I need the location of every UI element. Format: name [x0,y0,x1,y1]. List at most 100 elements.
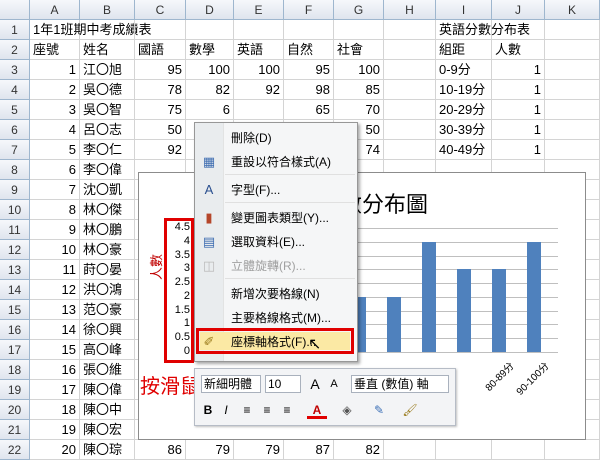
cell[interactable] [545,20,600,40]
cell[interactable]: 50 [135,120,186,140]
cell[interactable]: 17 [30,380,80,400]
row-header[interactable]: 17 [0,340,30,360]
axis-select[interactable]: 垂直 (數值) 軸 [351,375,449,393]
column-header[interactable]: H [384,0,436,20]
row-header[interactable]: 7 [0,140,30,160]
cell[interactable]: 11 [30,260,80,280]
align-center-icon[interactable]: ≡ [259,401,275,419]
cell[interactable]: 16 [30,360,80,380]
cell[interactable]: 100 [186,60,234,80]
cell[interactable]: 15 [30,340,80,360]
cell[interactable]: 82 [334,440,384,460]
cell[interactable]: 呂〇志 [80,120,135,140]
cell[interactable]: 英語 [234,40,284,60]
row-header[interactable]: 6 [0,120,30,140]
cell[interactable]: 65 [284,100,334,120]
outline-color-icon[interactable]: ✎ [369,401,389,419]
cell[interactable]: 林〇鵬 [80,220,135,240]
cell[interactable]: 1 [492,60,545,80]
chart-bar[interactable] [422,241,436,352]
cell[interactable] [384,140,436,160]
cell[interactable] [284,20,334,40]
column-header[interactable]: I [436,0,492,20]
row-header[interactable]: 21 [0,420,30,440]
cell[interactable]: 陳〇偉 [80,380,135,400]
row-header[interactable]: 2 [0,40,30,60]
cell[interactable]: 陳〇宏 [80,420,135,440]
cell[interactable]: 洪〇鴻 [80,280,135,300]
cell[interactable] [545,440,600,460]
cell[interactable]: 10 [30,240,80,260]
cell[interactable] [545,120,600,140]
cell[interactable] [492,440,545,460]
cell[interactable]: 莳〇晏 [80,260,135,280]
grow-font-button[interactable]: A [307,375,323,393]
row-header[interactable]: 11 [0,220,30,240]
cell[interactable] [135,20,186,40]
cell[interactable] [545,80,600,100]
cell[interactable]: 79 [186,440,234,460]
cell[interactable] [545,60,600,80]
cell[interactable]: 1 [30,60,80,80]
cell[interactable]: 陳〇琮 [80,440,135,460]
cell[interactable]: 20 [30,440,80,460]
cell[interactable]: 自然 [284,40,334,60]
cell[interactable]: 9 [30,220,80,240]
cell[interactable] [545,100,600,120]
cell[interactable] [384,40,436,60]
cell[interactable] [545,140,600,160]
row-header[interactable]: 20 [0,400,30,420]
menu-item[interactable]: ▮ 變更圖表類型(Y)... [195,206,357,230]
row-header[interactable]: 13 [0,260,30,280]
cell[interactable]: 1 [492,80,545,100]
cell[interactable]: 沈〇凱 [80,180,135,200]
cell[interactable]: 13 [30,300,80,320]
cell[interactable] [492,20,545,40]
cell[interactable]: 陳〇中 [80,400,135,420]
format-painter-icon[interactable]: 🖌 [401,401,419,419]
cell[interactable] [234,20,284,40]
font-name-field[interactable]: 新細明體 [201,375,261,393]
row-header[interactable]: 16 [0,320,30,340]
row-header[interactable]: 12 [0,240,30,260]
chart-bar[interactable] [527,241,541,352]
cell[interactable]: 高〇峰 [80,340,135,360]
column-header[interactable]: B [80,0,135,20]
cell[interactable]: 4 [30,120,80,140]
column-header[interactable]: J [492,0,545,20]
cell[interactable] [186,20,234,40]
row-header[interactable]: 15 [0,300,30,320]
cell[interactable]: 1 [492,120,545,140]
cell[interactable]: 86 [135,440,186,460]
cell[interactable]: 吳〇智 [80,100,135,120]
cell[interactable]: 92 [234,80,284,100]
cell[interactable]: 87 [284,440,334,460]
cell[interactable] [384,120,436,140]
cell[interactable] [545,40,600,60]
bold-button[interactable]: B [201,401,215,419]
cell[interactable]: 20-29分 [436,100,492,120]
cell[interactable]: 1 [492,100,545,120]
cell[interactable]: 吳〇德 [80,80,135,100]
cell[interactable]: 國語 [135,40,186,60]
cell[interactable]: 2 [30,80,80,100]
cell[interactable]: 英語分數分布表 [436,20,530,40]
cell[interactable]: 75 [135,100,186,120]
row-header[interactable]: 22 [0,440,30,460]
cell[interactable]: 1年1班期中考成績表 [30,20,151,40]
cell[interactable] [384,100,436,120]
cell[interactable]: 范〇豪 [80,300,135,320]
cell[interactable]: 10-19分 [436,80,492,100]
cell[interactable]: 8 [30,200,80,220]
fill-color-icon[interactable]: ◈ [337,401,357,419]
cell[interactable]: 社會 [334,40,384,60]
align-left-icon[interactable]: ≡ [239,401,255,419]
cell[interactable]: 張〇維 [80,360,135,380]
menu-item[interactable]: ▦ 重設以符合樣式(A) [195,150,357,174]
cell[interactable]: 100 [334,60,384,80]
chart-bar[interactable] [387,296,401,352]
cell[interactable]: 7 [30,180,80,200]
menu-item[interactable]: 刪除(D) [195,126,357,150]
cell[interactable]: 林〇豪 [80,240,135,260]
row-header[interactable]: 4 [0,80,30,100]
